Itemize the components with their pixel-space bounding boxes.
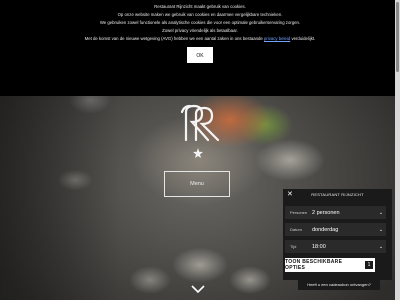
time-label: Tijd bbox=[290, 244, 297, 249]
cookie-line-2: Op onze website maken we gebruik van coo… bbox=[117, 12, 283, 17]
chevron-down-icon: ⌄ bbox=[378, 226, 384, 233]
cookie-ok-button[interactable]: OK bbox=[187, 47, 213, 63]
cookie-line-4: Zowel privacy vriendelijk als betaalbaar… bbox=[162, 28, 238, 33]
show-options-button[interactable]: TOON BESCHIKBARE OPTIES bbox=[285, 258, 375, 272]
rr-logo-icon bbox=[180, 104, 220, 158]
reservation-widget: ✕ RESTAURANT RIJNZICHT Personen 2 person… bbox=[283, 189, 392, 280]
chevron-down-icon: ⌄ bbox=[378, 243, 384, 250]
chevron-down-icon: ⌄ bbox=[378, 209, 384, 216]
widget-title: RESTAURANT RIJNZICHT bbox=[311, 192, 364, 197]
chevron-down-icon[interactable] bbox=[191, 284, 205, 294]
privacy-policy-link[interactable]: privacy beleid bbox=[264, 36, 290, 41]
persons-label: Personen bbox=[290, 210, 308, 215]
cookie-line-1: Restaurant Rijnzicht maakt gebruik van c… bbox=[154, 4, 246, 9]
close-icon[interactable]: ✕ bbox=[287, 189, 293, 201]
scrollbar-thumb[interactable] bbox=[396, 2, 399, 72]
cookie-line-5-after: verduidelijkt. bbox=[290, 36, 316, 41]
options-count-badge: 1 bbox=[365, 261, 373, 269]
cookie-line-5-before: Met de komst van de nieuwe wetgeving (AV… bbox=[84, 36, 264, 41]
persons-value: 2 personen bbox=[312, 209, 340, 216]
star-icon bbox=[193, 148, 203, 158]
cookie-line-5: Met de komst van de nieuwe wetgeving (AV… bbox=[0, 35, 400, 43]
cookie-banner: Restaurant Rijnzicht maakt gebruik van c… bbox=[0, 0, 400, 96]
time-value: 18:00 bbox=[312, 243, 326, 250]
time-select[interactable]: Tijd 18:00 ⌄ bbox=[285, 240, 386, 253]
date-select[interactable]: Datum donderdag ⌄ bbox=[285, 223, 386, 236]
gift-card-link[interactable]: Heeft u een cadeaubon ontvangen? bbox=[298, 279, 380, 290]
date-label: Datum bbox=[290, 227, 302, 232]
cookie-text: Restaurant Rijnzicht maakt gebruik van c… bbox=[0, 0, 400, 43]
persons-select[interactable]: Personen 2 personen ⌄ bbox=[285, 206, 386, 219]
widget-header: ✕ RESTAURANT RIJNZICHT bbox=[283, 189, 392, 201]
date-value: donderdag bbox=[312, 226, 339, 233]
menu-button[interactable]: Menu bbox=[164, 171, 230, 197]
cookie-line-3: We gebruiken zowel functionele als analy… bbox=[99, 20, 301, 25]
page-scrollbar[interactable] bbox=[395, 0, 400, 300]
